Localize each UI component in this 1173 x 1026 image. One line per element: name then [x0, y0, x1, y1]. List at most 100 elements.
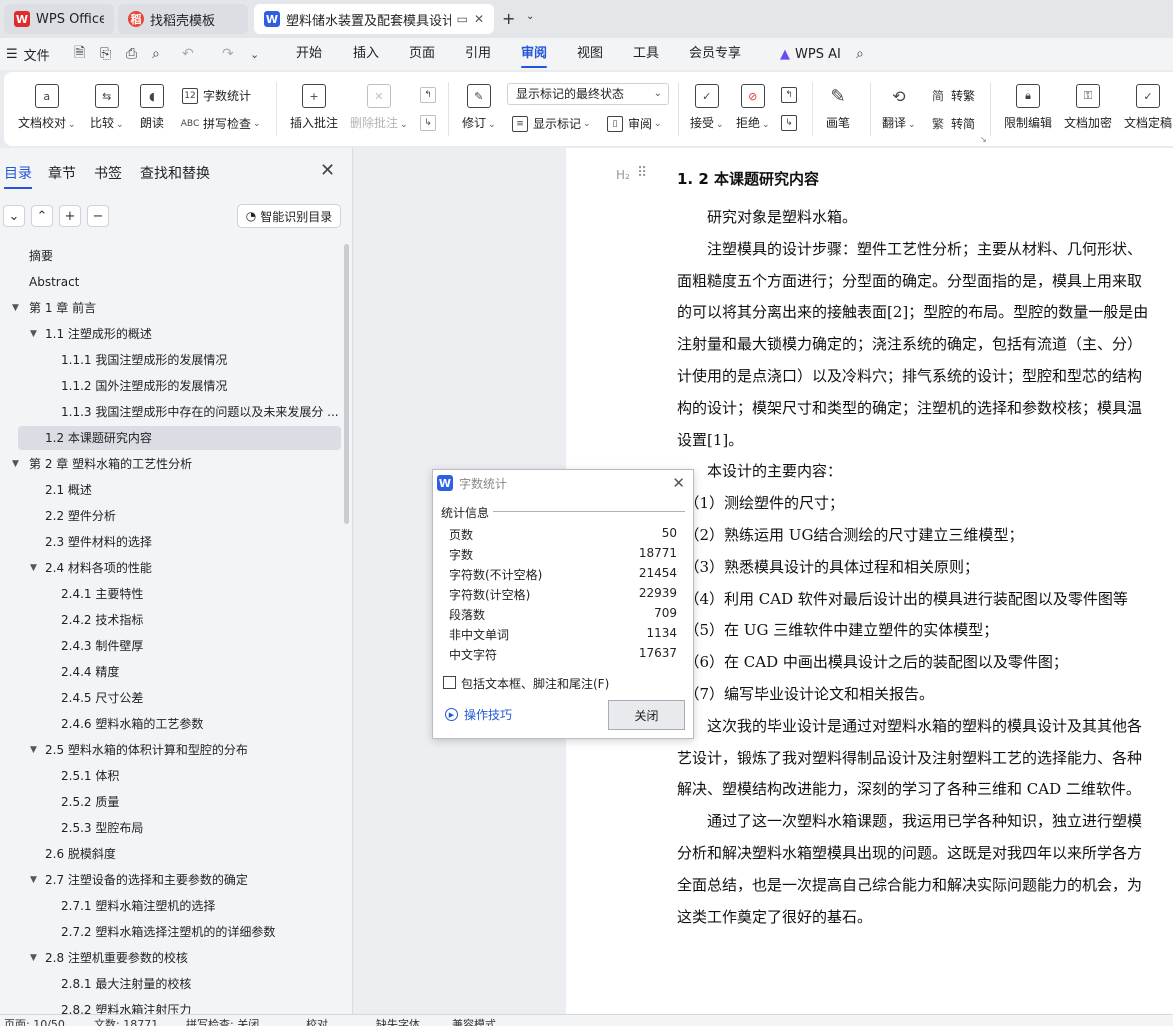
toc-item[interactable]: 2.7.2 塑料水箱选择注塑机的的详细参数 [0, 920, 340, 944]
include-textbox-checkbox[interactable] [443, 676, 456, 689]
toc-item[interactable]: 2.4.4 精度 [0, 660, 340, 684]
file-menu[interactable]: ☰ 文件 [6, 38, 50, 70]
toc-item[interactable]: 1.2 本课题研究内容 [18, 426, 341, 450]
export-icon[interactable]: ⎘ [100, 38, 111, 70]
toc-item[interactable]: 2.4.3 制件壁厚 [0, 634, 340, 658]
chevron-down-icon[interactable]: ⌄ [526, 11, 534, 22]
menu-tab-home[interactable]: 开始 [296, 38, 322, 70]
next-comment-button[interactable]: ↳ [420, 115, 441, 131]
toc-item[interactable]: ▼ 2.7 注塑设备的选择和主要参数的确定 [0, 868, 340, 892]
show-markup-button[interactable]: ≡ 显示标记 ⌄ [512, 115, 591, 132]
markup-state-select[interactable]: 显示标记的最终状态 ⌄ [507, 83, 669, 105]
toc-item[interactable]: ▼ 2.5 塑料水箱的体积计算和型腔的分布 [0, 738, 340, 762]
status-spell[interactable]: 拼写检查: 关闭 [186, 1016, 259, 1026]
read-aloud-button[interactable]: ◖ 朗读 [140, 84, 164, 131]
save-icon[interactable]: 🗎 [74, 38, 85, 70]
toc-item[interactable]: 2.4.5 尺寸公差 [0, 686, 340, 710]
to-simplified-button[interactable]: 繁 转简 [930, 115, 975, 132]
smart-toc-button[interactable]: ◔ 智能识别目录 [237, 204, 341, 228]
close-icon[interactable]: ✕ [474, 12, 484, 26]
status-words[interactable]: 文数: 18771 [94, 1016, 158, 1026]
menu-tab-insert[interactable]: 插入 [353, 38, 379, 70]
tab-template[interactable]: 稻 找稻壳模板 [118, 4, 248, 34]
search-icon[interactable]: ⌕ [856, 38, 864, 70]
encrypt-button[interactable]: ⚿ 文档加密 [1064, 84, 1112, 131]
nav-tab-bookmark[interactable]: 书签 [94, 163, 122, 183]
review-pane-button[interactable]: ▯ 审阅 ⌄ [607, 115, 662, 132]
menu-tab-review[interactable]: 审阅 [521, 38, 548, 70]
toc-item[interactable]: 2.7.1 塑料水箱注塑机的选择 [0, 894, 340, 918]
pen-button[interactable]: ✎ 画笔 [826, 84, 850, 131]
expand-arrow-icon[interactable]: ▼ [30, 868, 37, 892]
status-missing-font[interactable]: 缺失字体 [376, 1016, 420, 1026]
tab-document[interactable]: W 塑料储水装置及配套模具设计 ▭ ✕ [254, 4, 494, 34]
nav-tab-chapter[interactable]: 章节 [48, 163, 76, 183]
nav-tab-find-replace[interactable]: 查找和替换 [140, 163, 210, 183]
expand-arrow-icon[interactable]: ▼ [12, 452, 19, 476]
toc-item[interactable]: 2.8.1 最大注射量的校核 [0, 972, 340, 996]
close-icon[interactable]: ✕ [672, 474, 685, 492]
close-icon[interactable]: ✕ [320, 160, 335, 181]
menu-tab-reference[interactable]: 引用 [465, 38, 491, 70]
accept-button[interactable]: ✓ 接受 ⌄ [690, 84, 724, 131]
redo-icon[interactable]: ↷ [222, 38, 234, 70]
insert-comment-button[interactable]: + 插入批注 [290, 84, 338, 131]
status-proof[interactable]: 校对 [306, 1016, 328, 1026]
revise-button[interactable]: ✎ 修订 ⌄ [462, 84, 496, 131]
tips-link[interactable]: ▶ 操作技巧 [445, 706, 512, 723]
delete-comment-button[interactable]: ✕ 删除批注 ⌄ [350, 84, 408, 131]
toc-item[interactable]: 1.1.1 我国注塑成形的发展情况 [0, 348, 340, 372]
expand-arrow-icon[interactable]: ▼ [30, 946, 37, 970]
status-page[interactable]: 页面: 10/50 [4, 1016, 65, 1026]
close-button[interactable]: 关闭 [608, 700, 685, 730]
menu-tab-member[interactable]: 会员专享 [689, 38, 741, 70]
compare-button[interactable]: ⇆ 比较 ⌄ [90, 84, 124, 131]
prev-change-button[interactable]: ↰ [781, 87, 802, 103]
toc-item[interactable]: ▼ 第 1 章 前言 [0, 296, 340, 320]
menu-tab-view[interactable]: 视图 [577, 38, 603, 70]
toc-item[interactable]: 1.1.2 国外注塑成形的发展情况 [0, 374, 340, 398]
toc-item[interactable]: 2.1 概述 [0, 478, 340, 502]
restrict-edit-button[interactable]: 🔒︎ 限制编辑 [1004, 84, 1052, 131]
expand-arrow-icon[interactable]: ▼ [30, 556, 37, 580]
toc-item[interactable]: 2.5.3 型腔布局 [0, 816, 340, 840]
toc-item[interactable]: 2.4.2 技术指标 [0, 608, 340, 632]
expand-arrow-icon[interactable]: ▼ [30, 738, 37, 762]
include-textbox-label[interactable]: 包括文本框、脚注和尾注(F) [461, 675, 609, 692]
toc-item[interactable]: ▼ 1.1 注塑成形的概述 [0, 322, 340, 346]
screen-icon[interactable]: ▭ [457, 12, 468, 26]
toc-item[interactable]: 2.3 塑件材料的选择 [0, 530, 340, 554]
print-preview-icon[interactable]: ⌕ [152, 38, 160, 70]
menu-tab-page[interactable]: 页面 [409, 38, 435, 70]
toc-item[interactable]: 2.5.2 质量 [0, 790, 340, 814]
toc-item[interactable]: 2.4.1 主要特性 [0, 582, 340, 606]
drag-handle-icon[interactable]: ⠿ [637, 165, 647, 181]
print-icon[interactable]: ⎙ [126, 38, 137, 70]
expand-arrow-icon[interactable]: ▼ [30, 322, 37, 346]
ribbon-expand-icon[interactable]: ↘ [980, 135, 987, 144]
expand-button[interactable]: ⌃ [31, 205, 53, 227]
toc-item[interactable]: 摘要 [0, 244, 340, 268]
new-tab-icon[interactable]: + [502, 9, 515, 28]
toc-scrollbar[interactable] [344, 244, 349, 524]
reject-button[interactable]: ⊘ 拒绝 ⌄ [736, 84, 770, 131]
expand-arrow-icon[interactable]: ▼ [12, 296, 19, 320]
toc-item[interactable]: 2.4.6 塑料水箱的工艺参数 [0, 712, 340, 736]
finalize-button[interactable]: ✓ 文档定稿 [1124, 84, 1172, 131]
spell-check-button[interactable]: ABC 拼写检查 ⌄ [181, 115, 261, 132]
to-traditional-button[interactable]: 简 转繁 [930, 87, 975, 104]
undo-icon[interactable]: ↶ [182, 38, 194, 70]
dialog-titlebar[interactable]: W 字数统计 [433, 470, 693, 496]
toc-item[interactable]: 1.1.3 我国注塑成形中存在的问题以及未来发展分 ... [0, 400, 340, 424]
translate-button[interactable]: ⟲ 翻译 ⌄ [882, 84, 916, 131]
tab-wps-office[interactable]: W WPS Office [4, 4, 114, 34]
menu-tab-tools[interactable]: 工具 [633, 38, 659, 70]
collapse-all-button[interactable]: ⌄ [3, 205, 25, 227]
toc-item[interactable]: ▼ 2.4 材料各项的性能 [0, 556, 340, 580]
toc-item[interactable]: ▼ 第 2 章 塑料水箱的工艺性分析 [0, 452, 340, 476]
word-count-button[interactable]: 12 字数统计 [182, 87, 251, 104]
toc-item[interactable]: 2.6 脱模斜度 [0, 842, 340, 866]
next-change-button[interactable]: ↳ [781, 115, 802, 131]
wps-ai-button[interactable]: ▲ WPS AI [780, 38, 841, 70]
prev-comment-button[interactable]: ↰ [420, 87, 441, 103]
